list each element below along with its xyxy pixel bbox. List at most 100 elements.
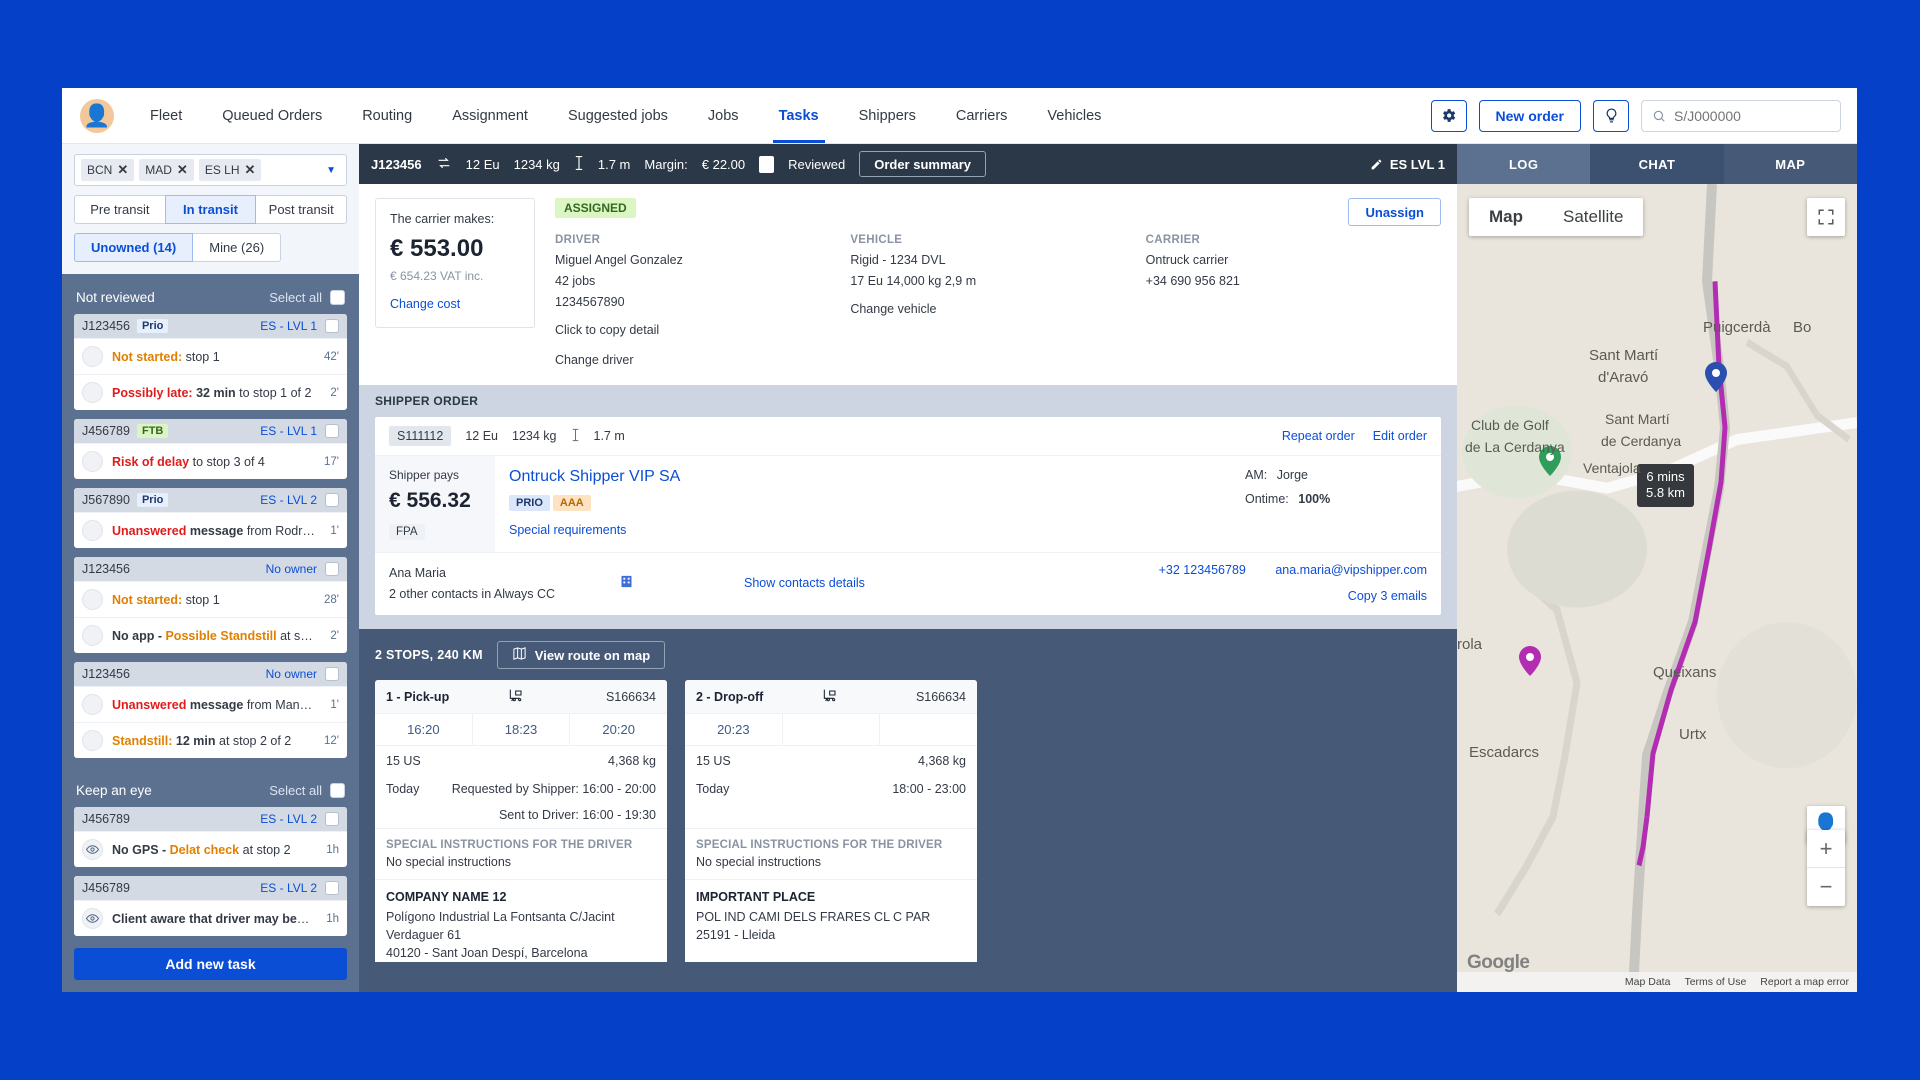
right-tab-chat[interactable]: CHAT xyxy=(1590,144,1724,184)
driver-phone[interactable]: 1234567890 xyxy=(555,295,850,309)
unassign-button[interactable]: Unassign xyxy=(1348,198,1441,226)
region-filter-chips[interactable]: BCN ✕ MAD ✕ ES LH ✕ ▼ xyxy=(74,154,347,186)
task-card[interactable]: J123456 Prio ES - LVL 1 Not started: stop 1… xyxy=(74,314,347,410)
nav-item-routing[interactable]: Routing xyxy=(342,88,432,143)
avatar[interactable]: 👤 xyxy=(80,98,114,133)
contact-phone[interactable]: +32 123456789 xyxy=(1159,563,1246,577)
carrier-name[interactable]: Ontruck carrier xyxy=(1146,253,1441,267)
nav-item-assignment[interactable]: Assignment xyxy=(432,88,548,143)
special-requirements-link[interactable]: Special requirements xyxy=(509,523,1217,537)
right-tab-log[interactable]: LOG xyxy=(1457,144,1591,184)
task-job-id[interactable]: J123456 xyxy=(82,319,130,333)
new-order-button[interactable]: New order xyxy=(1478,99,1581,132)
task-row[interactable]: Unanswered message from Manel... 1' xyxy=(74,686,347,722)
owner-filter-unowned[interactable]: Unowned (14) xyxy=(74,233,194,262)
close-icon[interactable]: ✕ xyxy=(245,162,256,178)
transit-filter-post-transit[interactable]: Post transit xyxy=(255,195,348,224)
swap-icon[interactable] xyxy=(436,155,452,174)
select-all-checkbox[interactable] xyxy=(330,290,345,305)
nav-item-carriers[interactable]: Carriers xyxy=(936,88,1028,143)
es-level-badge[interactable]: ES LVL 1 xyxy=(1370,157,1445,172)
search-field[interactable] xyxy=(1674,107,1804,124)
task-checkbox[interactable] xyxy=(325,562,339,576)
repeat-order-link[interactable]: Repeat order xyxy=(1282,429,1355,443)
map-footer-link[interactable]: Map Data xyxy=(1625,976,1671,988)
map-pin-end[interactable] xyxy=(1519,646,1541,681)
map-type-toggle[interactable]: Map Satellite xyxy=(1469,198,1644,236)
zoom-in-button[interactable]: + xyxy=(1807,830,1845,868)
map-type-map[interactable]: Map xyxy=(1469,198,1543,236)
task-owner[interactable]: No owner xyxy=(266,562,317,576)
copy-emails-link[interactable]: Copy 3 emails xyxy=(1159,589,1427,603)
nav-item-jobs[interactable]: Jobs xyxy=(688,88,759,143)
nav-item-vehicles[interactable]: Vehicles xyxy=(1027,88,1121,143)
task-row[interactable]: Not started: stop 1 28' xyxy=(74,581,347,617)
task-owner[interactable]: ES - LVL 2 xyxy=(260,812,317,826)
add-new-task-button[interactable]: Add new task xyxy=(74,948,347,980)
task-row[interactable]: Unanswered message from Rodrigo 1' xyxy=(74,512,347,548)
carrier-phone[interactable]: +34 690 956 821 xyxy=(1146,274,1441,288)
transit-filter-pre-transit[interactable]: Pre transit xyxy=(74,195,166,224)
zoom-out-button[interactable]: − xyxy=(1807,868,1845,906)
driver-name[interactable]: Miguel Angel Gonzalez xyxy=(555,253,850,267)
nav-item-fleet[interactable]: Fleet xyxy=(130,88,202,143)
change-cost-link[interactable]: Change cost xyxy=(390,297,520,311)
view-route-button[interactable]: View route on map xyxy=(496,641,666,669)
owner-filter-mine[interactable]: Mine (26) xyxy=(192,233,282,262)
task-job-id[interactable]: J123456 xyxy=(82,562,130,576)
select-all-label[interactable]: Select all xyxy=(269,290,322,305)
show-contacts-link[interactable]: Show contacts details xyxy=(744,576,865,590)
filter-chip-bcn[interactable]: BCN ✕ xyxy=(81,159,135,181)
lightbulb-icon[interactable] xyxy=(1593,99,1629,132)
map-pin-poi[interactable] xyxy=(1539,446,1561,481)
change-driver-link[interactable]: Change driver xyxy=(555,353,850,367)
order-summary-button[interactable]: Order summary xyxy=(859,151,987,177)
close-icon[interactable]: ✕ xyxy=(177,162,188,178)
map-footer-link[interactable]: Terms of Use xyxy=(1684,976,1746,988)
nav-item-shippers[interactable]: Shippers xyxy=(839,88,936,143)
order-content-scroll[interactable]: The carrier makes: € 553.00 € 654.23 VAT… xyxy=(359,184,1457,992)
map-footer-link[interactable]: Report a map error xyxy=(1760,976,1849,988)
zoom-controls[interactable]: + − xyxy=(1807,830,1845,906)
reviewed-checkbox[interactable] xyxy=(759,155,775,173)
driver-copy-hint[interactable]: Click to copy detail xyxy=(555,323,850,337)
task-checkbox[interactable] xyxy=(325,424,339,438)
task-row[interactable]: Client aware that driver may be late 1h xyxy=(74,900,347,936)
close-icon[interactable]: ✕ xyxy=(117,162,128,178)
task-owner[interactable]: ES - LVL 1 xyxy=(260,424,317,438)
task-owner[interactable]: No owner xyxy=(266,667,317,681)
task-card[interactable]: J123456 No owner Not started: stop 1 28' No … xyxy=(74,557,347,653)
task-job-id[interactable]: J567890 xyxy=(82,493,130,507)
nav-item-queued-orders[interactable]: Queued Orders xyxy=(202,88,342,143)
task-row[interactable]: Standstill: 12 min at stop 2 of 2 12' xyxy=(74,722,347,758)
task-checkbox[interactable] xyxy=(325,319,339,333)
contact-email[interactable]: ana.maria@vipshipper.com xyxy=(1275,563,1427,577)
chevron-down-icon[interactable]: ▼ xyxy=(326,165,340,176)
task-card[interactable]: J456789 FTB ES - LVL 1 Risk of delay to sto… xyxy=(74,419,347,479)
edit-order-link[interactable]: Edit order xyxy=(1373,429,1427,443)
task-owner[interactable]: ES - LVL 2 xyxy=(260,881,317,895)
task-row[interactable]: Possibly late: 32 min to stop 1 of 2 2' xyxy=(74,374,347,410)
search-input[interactable] xyxy=(1641,99,1841,132)
filter-chip-es-lh[interactable]: ES LH ✕ xyxy=(198,159,262,181)
select-all-label[interactable]: Select all xyxy=(269,783,322,798)
task-job-id[interactable]: J456789 xyxy=(82,424,130,438)
map-view[interactable]: Map Satellite 👤 + − 6 mins 5.8 km Puigce… xyxy=(1457,184,1857,992)
right-tab-map[interactable]: MAP xyxy=(1723,144,1857,184)
task-owner[interactable]: ES - LVL 2 xyxy=(260,493,317,507)
task-job-id[interactable]: J456789 xyxy=(82,881,130,895)
task-job-id[interactable]: J123456 xyxy=(82,667,130,681)
task-row[interactable]: No GPS - Delat check at stop 2 1h xyxy=(74,831,347,867)
select-all-checkbox[interactable] xyxy=(330,783,345,798)
task-owner[interactable]: ES - LVL 1 xyxy=(260,319,317,333)
gear-icon[interactable] xyxy=(1430,99,1467,132)
task-row[interactable]: Not started: stop 1 42' xyxy=(74,338,347,374)
map-pin-start[interactable] xyxy=(1705,362,1727,397)
task-job-id[interactable]: J456789 xyxy=(82,812,130,826)
task-row[interactable]: Risk of delay to stop 3 of 4 17' xyxy=(74,443,347,479)
shipper-name[interactable]: Ontruck Shipper VIP SA xyxy=(509,468,1217,486)
map-type-satellite[interactable]: Satellite xyxy=(1543,198,1644,236)
task-card[interactable]: J456789 ES - LVL 2 No GPS - Delat check at… xyxy=(74,807,347,867)
task-checkbox[interactable] xyxy=(325,493,339,507)
task-card[interactable]: J456789 ES - LVL 2 Client aware that drive… xyxy=(74,876,347,936)
